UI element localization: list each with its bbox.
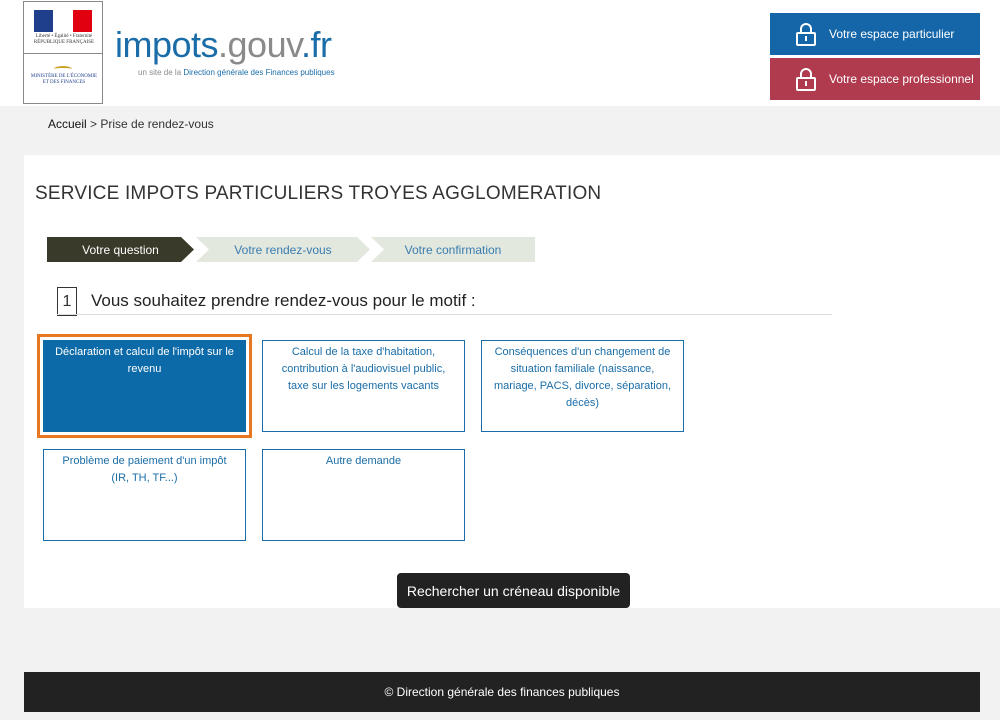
question-number: 1 [57,287,77,316]
brand-fr: .fr [300,24,332,65]
brand-gouv: .gouv [218,24,301,65]
site-footer: © Direction générale des finances publiq… [24,672,980,712]
motif-probleme-paiement[interactable]: Problème de paiement d'un impôt (IR, TH,… [43,449,246,541]
site-tagline: un site de la Direction générale des Fin… [138,68,335,77]
espace-professionnel-button[interactable]: Votre espace professionnel [770,58,980,100]
motif-taxe-habitation[interactable]: Calcul de la taxe d'habitation, contribu… [262,340,465,432]
lock-icon [796,68,816,91]
motif-declaration-impot-revenu[interactable]: Déclaration et calcul de l'impôt sur le … [43,340,246,432]
search-slot-button[interactable]: Rechercher un créneau disponible [397,573,630,608]
brand-impots: impots [115,24,219,65]
logo-divider [24,53,102,54]
breadcrumb-current: Prise de rendez-vous [100,117,214,131]
breadcrumb-home-link[interactable]: Accueil [48,117,87,131]
page-title: SERVICE IMPOTS PARTICULIERS TROYES AGGLO… [35,183,602,204]
motif-autre-demande[interactable]: Autre demande [262,449,465,541]
question-divider [57,314,832,315]
french-flag-icon [34,10,92,32]
ministry-name: MINISTÈRE DE L'ÉCONOMIE ET DES FINANCES [30,74,98,85]
appointment-panel: SERVICE IMPOTS PARTICULIERS TROYES AGGLO… [24,155,1000,608]
espace-professionnel-label: Votre espace professionnel [829,72,974,86]
footer-copyright: © Direction générale des finances publiq… [384,685,620,699]
ministry-emblem-icon [54,66,72,72]
motif-changement-situation-familiale[interactable]: Conséquences d'un changement de situatio… [481,340,684,432]
lock-icon [796,23,816,46]
breadcrumb: Accueil > Prise de rendez-vous [48,117,214,131]
question-text: Vous souhaitez prendre rendez-vous pour … [91,291,476,310]
site-header: Liberté • Égalité • Fraternité RÉPUBLIQU… [0,0,1000,106]
marianne-logo[interactable]: Liberté • Égalité • Fraternité RÉPUBLIQU… [23,1,103,104]
breadcrumb-separator: > [86,117,101,131]
step-votre-rendez-vous: Votre rendez-vous [196,237,370,262]
step-votre-question: Votre question [47,237,194,262]
site-brand[interactable]: impots.gouv.fr [115,24,332,66]
republic-name: RÉPUBLIQUE FRANÇAISE [33,40,95,45]
espace-particulier-button[interactable]: Votre espace particulier [770,13,980,55]
espace-particulier-label: Votre espace particulier [829,27,955,41]
step-votre-confirmation: Votre confirmation [371,237,535,262]
